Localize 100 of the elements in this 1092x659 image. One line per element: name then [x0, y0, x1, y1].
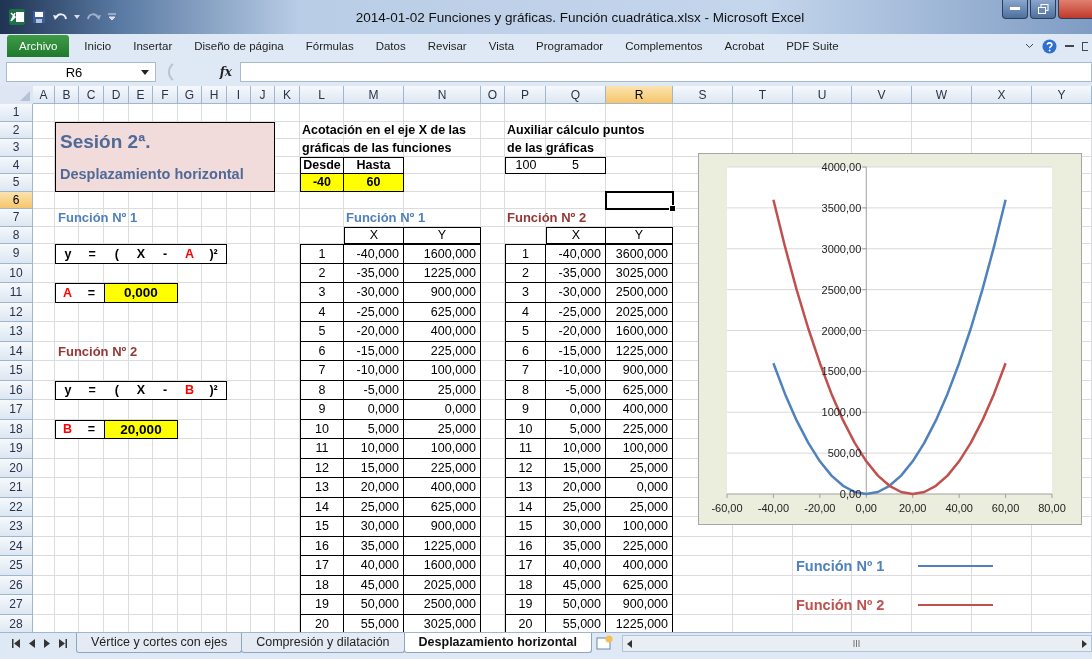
column-header[interactable]: C: [79, 86, 104, 104]
range-value[interactable]: -40: [300, 174, 344, 192]
ribbon-tab[interactable]: Fórmulas: [294, 35, 365, 57]
table-cell: 1225,000: [606, 341, 673, 361]
table-cell: 50,000: [546, 595, 606, 615]
row-header[interactable]: 9: [0, 244, 33, 264]
ribbon-tab[interactable]: Diseño de página: [183, 35, 295, 57]
close-button[interactable]: [1058, 0, 1092, 19]
column-header[interactable]: B: [55, 86, 79, 104]
table-cell: 625,000: [606, 380, 673, 400]
column-header[interactable]: G: [178, 86, 202, 104]
table-cell: 1225,000: [404, 536, 481, 556]
minimize-icon[interactable]: [1065, 44, 1074, 48]
fill-handle[interactable]: [669, 205, 676, 212]
row-header[interactable]: 13: [0, 322, 33, 342]
first-sheet-icon[interactable]: [12, 639, 20, 648]
scroll-grip-icon[interactable]: [853, 640, 861, 647]
dropdown-caret-icon[interactable]: [141, 69, 149, 75]
column-header[interactable]: O: [481, 86, 505, 104]
row-header[interactable]: 5: [0, 174, 33, 192]
column-header[interactable]: U: [793, 86, 852, 104]
row-header[interactable]: 15: [0, 361, 33, 381]
table-heading: Función Nº 1: [345, 209, 427, 227]
column-header[interactable]: I: [227, 86, 251, 104]
sheet-tab[interactable]: Compresión y dilatación: [241, 633, 405, 653]
ribbon-tab[interactable]: Insertar: [122, 35, 184, 57]
row-header[interactable]: 21: [0, 478, 33, 498]
name-box[interactable]: R6: [6, 62, 156, 82]
column-header[interactable]: S: [673, 86, 733, 104]
table-cell: 5: [505, 322, 546, 342]
column-header[interactable]: T: [733, 86, 793, 104]
spreadsheet-icon[interactable]: [8, 8, 26, 26]
insert-function-button[interactable]: fx: [219, 65, 232, 79]
column-header[interactable]: D: [104, 86, 129, 104]
restore-button[interactable]: [1030, 0, 1056, 19]
ribbon-tab[interactable]: Datos: [364, 35, 417, 57]
row-header[interactable]: 1: [0, 104, 33, 122]
row-header[interactable]: 17: [0, 400, 33, 420]
next-sheet-icon[interactable]: [44, 639, 50, 648]
row-header[interactable]: 27: [0, 595, 33, 615]
axis-label: 3000,00: [821, 242, 862, 255]
table-cell: 100,000: [404, 439, 481, 459]
sheet-tab[interactable]: Vértice y cortes con ejes: [76, 633, 243, 653]
caption-text: Auxiliar cálculo puntos: [506, 122, 646, 139]
ribbon-tab[interactable]: Inicio: [73, 35, 123, 57]
table-cell: -30,000: [344, 283, 404, 303]
row-header[interactable]: 11: [0, 283, 33, 303]
scroll-right-icon[interactable]: [1082, 639, 1087, 648]
table-cell: 225,000: [404, 458, 481, 478]
help-icon[interactable]: [1042, 38, 1057, 54]
column-header[interactable]: M: [344, 86, 404, 104]
parameter-value[interactable]: 20,000: [104, 419, 178, 439]
collapse-caret-icon[interactable]: [1025, 43, 1034, 49]
last-sheet-icon[interactable]: [59, 639, 67, 648]
table-cell: 1600,000: [404, 556, 481, 576]
column-header[interactable]: R: [606, 86, 673, 104]
ribbon-tab[interactable]: Complementos: [614, 35, 714, 57]
row-header[interactable]: 7: [0, 209, 33, 227]
horizontal-scrollbar[interactable]: [621, 635, 1092, 652]
ribbon-tab[interactable]: Acrobat: [713, 35, 776, 57]
ribbon-tab[interactable]: Programador: [525, 35, 615, 57]
column-header[interactable]: Q: [546, 86, 606, 104]
column-header[interactable]: X: [972, 86, 1032, 104]
row-header[interactable]: 3: [0, 139, 33, 157]
table-cell: 2500,000: [404, 595, 481, 615]
table-cell: 1: [300, 244, 344, 264]
column-header[interactable]: E: [129, 86, 153, 104]
column-header[interactable]: F: [153, 86, 178, 104]
save-icon[interactable]: [32, 10, 46, 24]
formula-input[interactable]: [240, 62, 1092, 82]
restore-icon[interactable]: [1082, 41, 1088, 51]
column-header[interactable]: J: [251, 86, 275, 104]
customize-icon[interactable]: [108, 13, 116, 21]
row-header[interactable]: 23: [0, 517, 33, 537]
row-header[interactable]: 19: [0, 439, 33, 459]
ribbon-tab[interactable]: Revisar: [416, 35, 478, 57]
column-header[interactable]: N: [404, 86, 481, 104]
column-header[interactable]: Y: [1032, 86, 1092, 104]
column-header[interactable]: A: [33, 86, 55, 104]
row-header[interactable]: 25: [0, 556, 33, 576]
column-header[interactable]: P: [505, 86, 546, 104]
minimize-button[interactable]: [1002, 0, 1028, 19]
ribbon-tab[interactable]: PDF Suite: [775, 35, 850, 57]
caret-icon[interactable]: [74, 15, 80, 19]
parameter-value[interactable]: 0,000: [104, 283, 178, 303]
column-header[interactable]: H: [202, 86, 227, 104]
column-header[interactable]: W: [912, 86, 972, 104]
table-cell: 17: [505, 556, 546, 576]
column-header[interactable]: L: [300, 86, 344, 104]
ribbon-tab[interactable]: Vista: [477, 35, 526, 57]
previous-sheet-icon[interactable]: [29, 639, 35, 648]
file-tab[interactable]: Archivo: [7, 35, 70, 57]
column-header[interactable]: V: [852, 86, 912, 104]
table-cell: 1600,000: [606, 322, 673, 342]
range-value[interactable]: 60: [344, 174, 404, 192]
scroll-left-icon[interactable]: [626, 639, 632, 648]
column-header[interactable]: K: [275, 86, 300, 104]
table-cell: -40,000: [546, 244, 606, 264]
table-cell: 18: [300, 575, 344, 595]
sheet-tab[interactable]: Desplazamiento horizontal: [403, 633, 592, 653]
